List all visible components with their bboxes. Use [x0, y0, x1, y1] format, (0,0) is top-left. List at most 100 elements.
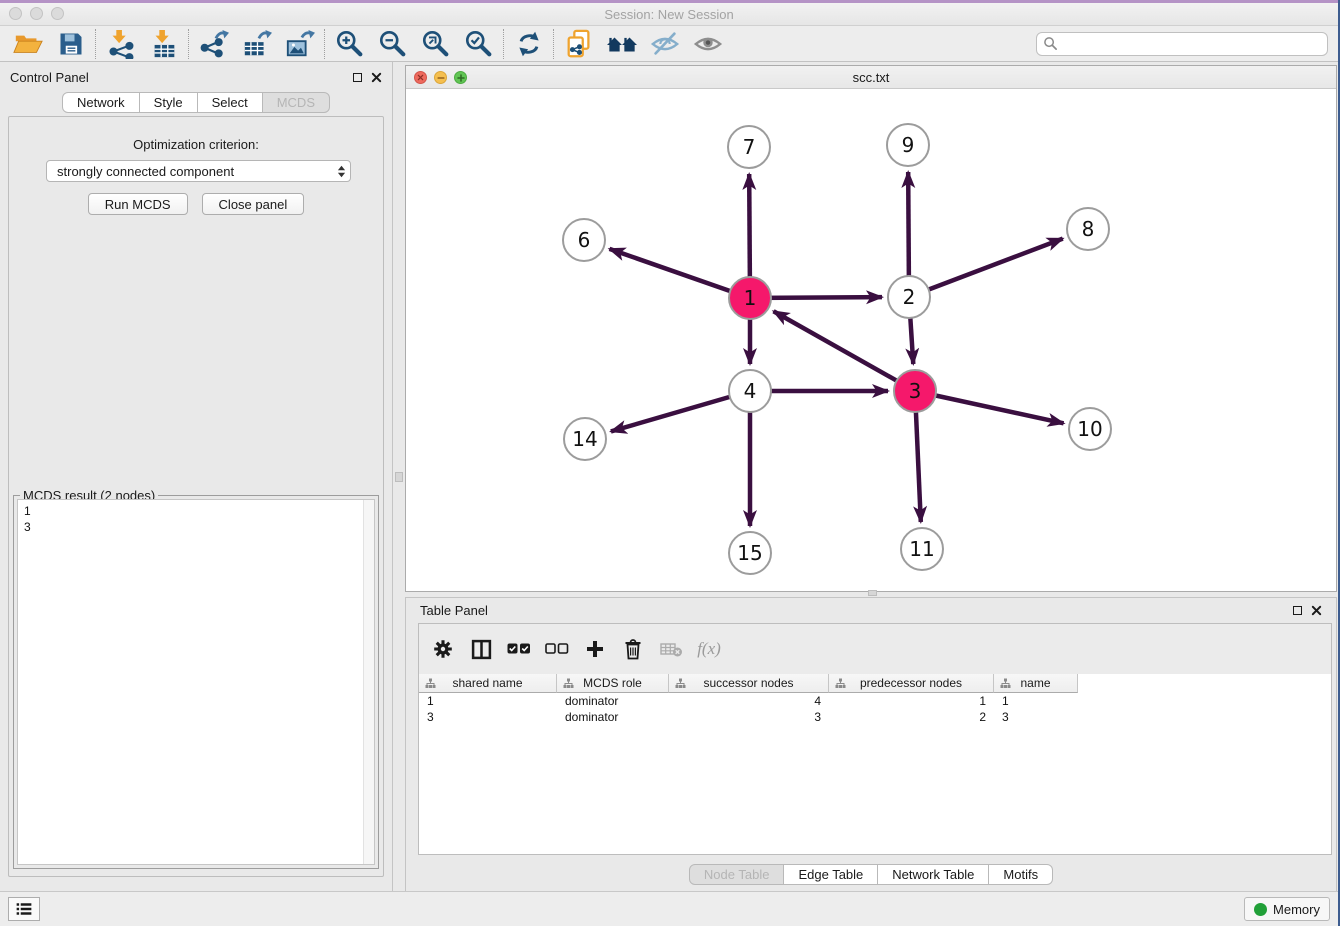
- graph-node-1[interactable]: 1: [729, 277, 771, 319]
- chevron-updown-icon: [334, 165, 348, 178]
- import-network-button[interactable]: [99, 27, 142, 61]
- minimize-window-icon[interactable]: [30, 7, 43, 20]
- svg-text:1: 1: [744, 286, 757, 310]
- zoom-fit-button[interactable]: [414, 27, 457, 61]
- graph-node-9[interactable]: 9: [887, 124, 929, 166]
- tab-edge-table[interactable]: Edge Table: [784, 864, 878, 885]
- optimization-dropdown[interactable]: strongly connected component: [46, 160, 351, 182]
- memory-label: Memory: [1273, 902, 1320, 917]
- select-all-button[interactable]: [507, 636, 531, 662]
- graph-node-14[interactable]: 14: [564, 418, 606, 460]
- column-header-shared-name[interactable]: shared name: [419, 674, 557, 693]
- tab-motifs[interactable]: Motifs: [989, 864, 1053, 885]
- column-header-predecessor-nodes[interactable]: predecessor nodes: [829, 674, 994, 693]
- memory-button[interactable]: Memory: [1244, 897, 1330, 921]
- graph-edge-3-1[interactable]: [774, 311, 915, 391]
- table-cell: dominator: [557, 694, 669, 708]
- zoom-out-button[interactable]: [371, 27, 414, 61]
- graph-node-4[interactable]: 4: [729, 370, 771, 412]
- search-input[interactable]: [1036, 32, 1328, 56]
- graph-node-6[interactable]: 6: [563, 219, 605, 261]
- network-window-titlebar: scc.txt: [406, 66, 1336, 89]
- export-image-button[interactable]: [278, 27, 321, 61]
- graph-edge-3-10[interactable]: [915, 391, 1064, 423]
- run-mcds-button[interactable]: Run MCDS: [88, 193, 188, 215]
- close-window-icon[interactable]: [9, 7, 22, 20]
- splitter-handle[interactable]: [395, 472, 403, 482]
- table-cell: dominator: [557, 710, 669, 724]
- graph-node-10[interactable]: 10: [1069, 408, 1111, 450]
- tab-select[interactable]: Select: [198, 92, 263, 113]
- function-builder-button[interactable]: f(x): [697, 636, 721, 662]
- table-cell: 4: [669, 694, 829, 708]
- network-window: scc.txt 7 9 6 8 1 2 4 3 14 10 15 11: [405, 65, 1337, 592]
- delete-button[interactable]: [621, 636, 645, 662]
- tab-node-table[interactable]: Node Table: [689, 864, 785, 885]
- column-header-name[interactable]: name: [994, 674, 1078, 693]
- float-table-panel-icon[interactable]: [1293, 606, 1302, 615]
- function-builder-icon: f(x): [697, 639, 721, 659]
- mcds-panel: Optimization criterion: strongly connect…: [8, 116, 384, 877]
- show-all-button[interactable]: [686, 27, 729, 61]
- tab-network-table[interactable]: Network Table: [878, 864, 989, 885]
- graph-node-7[interactable]: 7: [728, 126, 770, 168]
- export-network-button[interactable]: [192, 27, 235, 61]
- node-table[interactable]: shared nameMCDS rolesuccessor nodesprede…: [419, 674, 1331, 854]
- toolbar-separator: [553, 29, 554, 59]
- close-table-panel-icon[interactable]: [1311, 605, 1322, 616]
- copy-network-button[interactable]: [557, 27, 600, 61]
- vertical-splitter[interactable]: [393, 62, 405, 891]
- graph-node-8[interactable]: 8: [1067, 208, 1109, 250]
- graph-edge-1-6[interactable]: [609, 249, 750, 298]
- table-row[interactable]: 1dominator411: [419, 693, 1331, 709]
- zoom-in-icon: [335, 29, 365, 59]
- deselect-all-button[interactable]: [545, 636, 569, 662]
- table-row[interactable]: 3dominator323: [419, 709, 1331, 725]
- export-network-icon: [199, 29, 229, 59]
- memory-status-icon: [1254, 903, 1267, 916]
- close-panel-icon[interactable]: [371, 72, 382, 83]
- copy-network-icon: [564, 29, 594, 59]
- zoom-selected-button[interactable]: [457, 27, 500, 61]
- network-resize-handle[interactable]: [868, 590, 877, 596]
- float-panel-icon[interactable]: [353, 73, 362, 82]
- tab-style[interactable]: Style: [140, 92, 198, 113]
- toolbar-separator: [95, 29, 96, 59]
- save-session-button[interactable]: [49, 27, 92, 61]
- tab-mcds[interactable]: MCDS: [263, 92, 330, 113]
- minimize-network-icon[interactable]: [434, 71, 447, 84]
- result-scrollbar[interactable]: [363, 500, 374, 864]
- gear-icon: [432, 638, 454, 660]
- table-cell: 1: [829, 694, 994, 708]
- graph-node-15[interactable]: 15: [729, 532, 771, 574]
- columns-button[interactable]: [469, 636, 493, 662]
- column-header-mcds-role[interactable]: MCDS role: [557, 674, 669, 693]
- gear-button[interactable]: [431, 636, 455, 662]
- export-table-button[interactable]: [235, 27, 278, 61]
- graph-node-11[interactable]: 11: [901, 528, 943, 570]
- delete-table-button[interactable]: [659, 636, 683, 662]
- close-network-icon[interactable]: [414, 71, 427, 84]
- tab-network[interactable]: Network: [62, 92, 140, 113]
- maximize-window-icon[interactable]: [51, 7, 64, 20]
- network-canvas[interactable]: 7 9 6 8 1 2 4 3 14 10 15 11: [406, 89, 1336, 591]
- window-controls[interactable]: [9, 7, 64, 20]
- maximize-network-icon[interactable]: [454, 71, 467, 84]
- result-line: 3: [24, 519, 368, 535]
- mcds-result-area[interactable]: 13: [17, 499, 375, 865]
- zoom-in-button[interactable]: [328, 27, 371, 61]
- open-file-button[interactable]: [6, 27, 49, 61]
- first-neighbors-button[interactable]: [600, 27, 643, 61]
- add-column-button[interactable]: [583, 636, 607, 662]
- refresh-view-button[interactable]: [507, 27, 550, 61]
- graph-node-2[interactable]: 2: [888, 276, 930, 318]
- table-cell: 3: [994, 710, 1078, 724]
- status-bar: Memory: [0, 891, 1338, 926]
- column-header-successor-nodes[interactable]: successor nodes: [669, 674, 829, 693]
- graph-node-3[interactable]: 3: [894, 370, 936, 412]
- task-history-button[interactable]: [8, 897, 40, 921]
- import-table-button[interactable]: [142, 27, 185, 61]
- close-panel-button[interactable]: Close panel: [202, 193, 305, 215]
- graph-edge-2-8[interactable]: [909, 239, 1063, 297]
- hide-selected-button[interactable]: [643, 27, 686, 61]
